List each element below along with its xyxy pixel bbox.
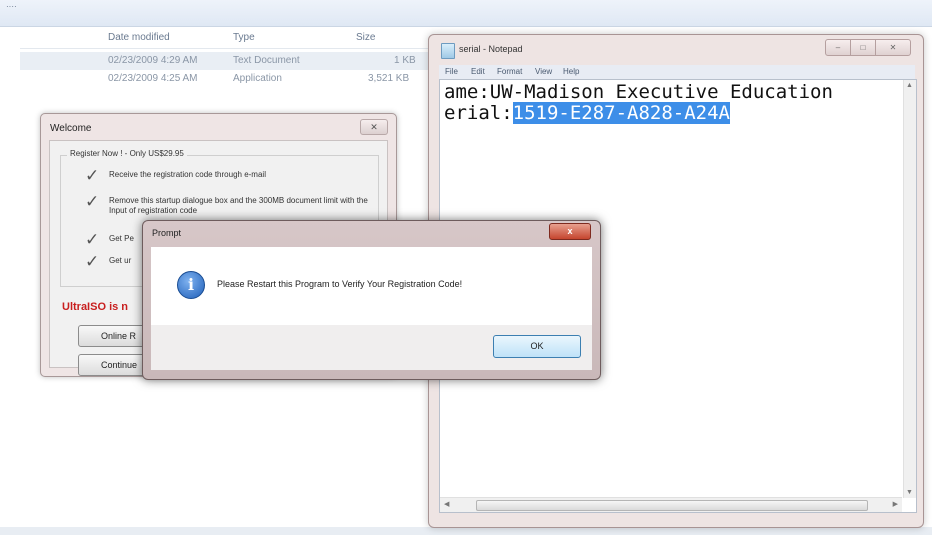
feature-label: Receive the registration code through e-…	[109, 170, 266, 179]
file-date: 02/23/2009 4:29 AM	[108, 55, 198, 66]
scroll-down-icon[interactable]: ▼	[906, 489, 913, 496]
menu-file[interactable]: File	[445, 67, 458, 76]
file-type: Text Document	[233, 55, 300, 66]
notepad-title: serial - Notepad	[459, 44, 523, 54]
scroll-right-icon[interactable]: ▶	[893, 500, 898, 508]
minimize-button[interactable]: –	[825, 39, 851, 56]
status-bar	[0, 527, 932, 535]
menu-bar: File Edit Format View Help	[439, 65, 915, 79]
information-icon: i	[177, 271, 205, 299]
column-size[interactable]: Size	[356, 32, 375, 43]
menu-view[interactable]: View	[535, 67, 552, 76]
file-row[interactable]: 02/23/2009 4:29 AM Text Document 1 KB	[20, 52, 430, 70]
column-type[interactable]: Type	[233, 32, 255, 43]
welcome-close-button[interactable]: ✕	[360, 119, 388, 135]
menu-format[interactable]: Format	[497, 67, 522, 76]
breadcrumb: ····	[6, 2, 17, 11]
scroll-up-icon[interactable]: ▲	[906, 82, 913, 89]
scroll-left-icon[interactable]: ◀	[444, 500, 449, 508]
prompt-body: i Please Restart this Program to Verify …	[151, 247, 592, 325]
file-type: Application	[233, 73, 282, 84]
file-row[interactable]: 02/23/2009 4:25 AM Application 3,521 KB	[20, 70, 430, 88]
close-button[interactable]: ✕	[875, 39, 911, 56]
welcome-title: Welcome	[50, 123, 92, 134]
column-date-modified[interactable]: Date modified	[108, 32, 170, 43]
file-size: 1 KB	[394, 55, 416, 66]
prompt-close-button[interactable]: x	[549, 223, 591, 240]
vertical-scrollbar[interactable]: ▲ ▼	[903, 80, 916, 498]
prompt-message: Please Restart this Program to Verify Yo…	[217, 279, 463, 289]
serial-line: erial:1519-E287-A828-A24A	[444, 102, 730, 124]
feature-label: Remove this startup dialogue box and the…	[109, 196, 368, 215]
name-line: ame:UW-Madison Executive Education	[444, 81, 833, 103]
file-date: 02/23/2009 4:25 AM	[108, 73, 198, 84]
prompt-dialog: Prompt x i Please Restart this Program t…	[142, 220, 601, 380]
maximize-button[interactable]: □	[850, 39, 876, 56]
explorer-toolbar: ····	[0, 0, 932, 27]
prompt-title: Prompt	[152, 228, 182, 238]
register-group-title: Register Now ! - Only US$29.95	[67, 149, 187, 158]
horizontal-scrollbar[interactable]: ◀ ▶	[440, 497, 902, 512]
prompt-footer: OK	[151, 325, 592, 370]
file-size: 3,521 KB	[368, 73, 410, 84]
checkmark-icon: ✓	[85, 252, 100, 271]
unregistered-warning: UltraISO is n	[62, 301, 129, 313]
notepad-icon	[441, 43, 455, 59]
ok-button[interactable]: OK	[493, 335, 581, 358]
serial-selection[interactable]: 1519-E287-A828-A24A	[512, 102, 730, 124]
serial-label: erial:	[444, 102, 513, 124]
horizontal-scroll-thumb[interactable]	[476, 500, 868, 511]
menu-edit[interactable]: Edit	[471, 67, 485, 76]
checkmark-icon: ✓	[85, 192, 100, 211]
welcome-titlebar[interactable]: Welcome ✕	[41, 114, 396, 138]
checkmark-icon: ✓	[85, 230, 100, 249]
window-controls: – □ ✕	[825, 39, 911, 56]
column-headers: Date modified Type Size	[20, 26, 430, 49]
checkmark-icon: ✓	[85, 166, 100, 185]
menu-help[interactable]: Help	[563, 67, 579, 76]
